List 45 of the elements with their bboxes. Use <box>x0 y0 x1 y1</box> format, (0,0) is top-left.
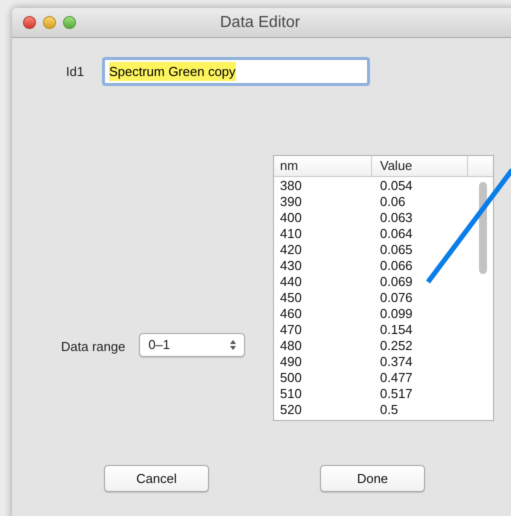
table-cell-text: 400 <box>279 210 303 226</box>
field-value: Spectrum Green copy <box>109 62 236 82</box>
table-cell-text: 0.517 <box>379 386 413 402</box>
table-cell-text: 0.374 <box>379 354 413 370</box>
table-cell-text: 0.063 <box>379 210 413 226</box>
table-cell-text: 480 <box>279 338 303 354</box>
window-title: Data Editor <box>220 12 300 32</box>
scrollbar-thumb[interactable] <box>479 182 487 274</box>
table-cell-text: 0.065 <box>379 242 413 258</box>
minimize-button[interactable] <box>43 16 56 29</box>
table-cell-text: 380 <box>279 178 303 194</box>
field-label: Id1 <box>66 62 84 81</box>
dialog-button[interactable]: Cancel <box>104 465 209 492</box>
column-header[interactable]: Value <box>372 156 468 176</box>
table-cell-text: 440 <box>279 274 303 290</box>
up-down-arrows-icon <box>230 340 236 350</box>
table-cell-text: 430 <box>279 258 303 274</box>
dialog-button[interactable]: Done <box>320 465 425 492</box>
table-cell-text: 0.06 <box>379 194 406 210</box>
zoom-button[interactable] <box>63 16 76 29</box>
table-cell-text: 0.099 <box>379 306 413 322</box>
table-cell-text: 500 <box>279 370 303 386</box>
table-cell-text: 450 <box>279 290 303 306</box>
table-cell-text: 390 <box>279 194 303 210</box>
range-label: Data range <box>61 338 126 356</box>
close-button[interactable] <box>23 16 36 29</box>
column-header[interactable]: nm <box>274 156 372 176</box>
table-cell-text: 0.064 <box>379 226 413 242</box>
table-cell-text: 470 <box>279 322 303 338</box>
name-field[interactable]: Spectrum Green copy <box>102 57 370 86</box>
table-cell-text: 0.069 <box>379 274 413 290</box>
table-cell-text: 410 <box>279 226 303 242</box>
table-cell-text: 0.076 <box>379 290 413 306</box>
table-cell-text: 0.066 <box>379 258 413 274</box>
table-cell-text: 0.252 <box>379 338 413 354</box>
range-select[interactable]: 0–1 <box>139 333 246 357</box>
table-cell-text: 510 <box>279 386 303 402</box>
table-cell-text: 0.5 <box>379 402 398 418</box>
table-cell-text: 0.477 <box>379 370 413 386</box>
table-cell-text: 0.154 <box>379 322 413 338</box>
table-cell-text: 0.054 <box>379 178 413 194</box>
table-cell-text: 490 <box>279 354 303 370</box>
table-cell-text: 520 <box>279 402 303 418</box>
table-cell-text: 460 <box>279 306 303 322</box>
table-cell-text: 420 <box>279 242 303 258</box>
